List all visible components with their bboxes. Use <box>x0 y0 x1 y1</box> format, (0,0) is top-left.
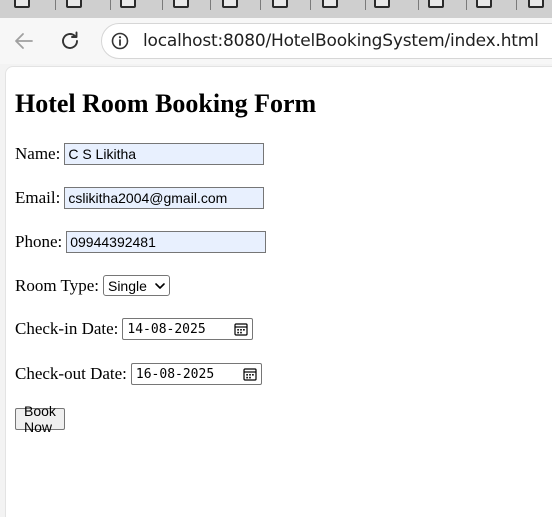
url-text[interactable]: localhost:8080/HotelBookingSystem/index.… <box>143 31 539 51</box>
checkin-date-input[interactable]: 14-08-2025 <box>122 318 254 340</box>
name-row: Name: C S Likitha <box>15 143 265 165</box>
book-now-button[interactable]: Book Now <box>15 403 65 435</box>
tab-separator <box>210 0 211 10</box>
tab-separator <box>55 0 56 10</box>
tab-favicon[interactable] <box>222 0 238 8</box>
reload-button[interactable] <box>55 26 85 56</box>
tab-favicon[interactable] <box>528 0 544 8</box>
tab-favicon[interactable] <box>322 0 338 8</box>
tab-separator <box>260 0 261 10</box>
checkin-row: Check-in Date: 14-08-2025 <box>15 318 254 340</box>
email-row: Email: cslikitha2004@gmail.com <box>15 187 265 209</box>
arrow-left-icon <box>15 33 33 49</box>
name-input[interactable]: C S Likitha <box>64 143 265 165</box>
checkout-label: Check-out Date: <box>15 364 127 383</box>
tab-favicon[interactable] <box>428 0 444 8</box>
tab-separator <box>110 0 111 10</box>
tab-separator <box>310 0 311 10</box>
tab-separator <box>162 0 163 10</box>
room-type-label: Room Type: <box>15 275 99 295</box>
tab-separator <box>466 0 467 10</box>
room-type-row: Room Type: Single <box>15 275 170 296</box>
tab-separator <box>516 0 517 10</box>
phone-label: Phone: <box>15 232 63 251</box>
checkin-date-value: 14-08-2025 <box>127 321 206 337</box>
checkout-row: Check-out Date: 16-08-2025 <box>15 363 262 385</box>
tab-favicon[interactable] <box>66 0 82 8</box>
calendar-icon[interactable] <box>234 322 248 336</box>
info-icon[interactable] <box>111 32 129 50</box>
tab-strip <box>0 0 552 18</box>
email-input[interactable]: cslikitha2004@gmail.com <box>64 187 265 209</box>
chevron-down-icon <box>155 282 165 289</box>
tab-favicon[interactable] <box>272 0 288 8</box>
room-type-select[interactable]: Single <box>102 275 170 296</box>
tab-favicon[interactable] <box>173 0 189 8</box>
phone-row: Phone: 09944392481 <box>15 231 267 253</box>
reload-icon <box>62 31 78 49</box>
page-title: Hotel Room Booking Form <box>15 89 317 118</box>
checkout-date-value: 16-08-2025 <box>135 366 215 382</box>
email-label: Email: <box>15 188 61 207</box>
calendar-icon[interactable] <box>243 367 257 381</box>
address-bar[interactable]: localhost:8080/HotelBookingSystem/index.… <box>101 23 552 59</box>
back-button[interactable] <box>9 26 39 56</box>
checkout-date-input[interactable]: 16-08-2025 <box>130 363 262 385</box>
phone-input[interactable]: 09944392481 <box>66 231 267 253</box>
tab-favicon[interactable] <box>374 0 390 8</box>
room-type-value: Single <box>107 277 147 294</box>
tab-separator <box>418 0 419 10</box>
checkin-label: Check-in Date: <box>15 319 119 338</box>
tab-favicon[interactable] <box>120 0 136 8</box>
tab-separator <box>365 0 366 10</box>
name-label: Name: <box>15 144 61 163</box>
tab-favicon[interactable] <box>476 0 492 8</box>
browser-toolbar: localhost:8080/HotelBookingSystem/index.… <box>0 18 552 64</box>
tab-favicon[interactable] <box>14 0 30 8</box>
page-viewport: Hotel Room Booking Form Name: C S Likith… <box>5 66 552 517</box>
